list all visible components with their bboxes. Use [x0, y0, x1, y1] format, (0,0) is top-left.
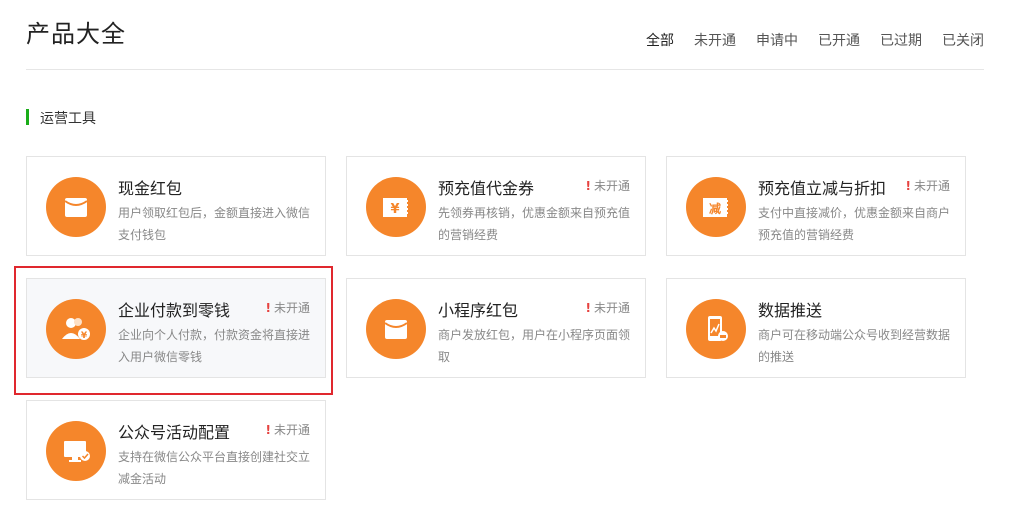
card-title: 现金红包	[118, 179, 183, 198]
filter-tab-closed[interactable]: 已关闭	[942, 30, 984, 50]
section-title: 运营工具	[40, 111, 96, 127]
product-card-prepaid-discount[interactable]: 减 预充值立减与折扣 ! 未开通 支付中直接减价，优惠金额来自商户预充值的营销经费	[666, 156, 966, 256]
section-marker	[26, 109, 29, 125]
product-card-campaign-config[interactable]: 公众号活动配置 ! 未开通 支持在微信公众平台直接创建社交立减金活动	[26, 400, 326, 500]
card-description: 用户领取红包后，金额直接进入微信支付钱包	[118, 206, 311, 242]
filter-tab-applying[interactable]: 申请中	[756, 30, 798, 50]
status-badge: ! 未开通	[585, 179, 631, 193]
mobile-data-icon	[686, 299, 746, 359]
card-title: 数据推送	[758, 301, 823, 320]
filter-tabs: 全部 未开通 申请中 已开通 已过期 已关闭	[626, 30, 984, 50]
product-card-cash-red-envelope[interactable]: 现金红包 用户领取红包后，金额直接进入微信支付钱包	[26, 156, 326, 256]
campaign-config-icon	[46, 421, 106, 481]
svg-text:减: 减	[709, 201, 721, 216]
product-card-prepaid-coupon[interactable]: ¥ 预充值代金券 ! 未开通 先领券再核销，优惠金额来自预充值的营销经费	[346, 156, 646, 256]
card-description: 支持在微信公众平台直接创建社交立减金活动	[118, 450, 311, 486]
header-divider	[26, 69, 984, 70]
mini-program-envelope-icon	[366, 299, 426, 359]
card-title: 小程序红包	[438, 301, 519, 320]
highlight-frame	[14, 266, 333, 395]
card-title: 预充值立减与折扣	[758, 179, 887, 198]
yuan-coupon-icon: ¥	[366, 177, 426, 237]
product-card-data-push[interactable]: 数据推送 商户可在移动端公众号收到经营数据的推送	[666, 278, 966, 378]
filter-tab-all[interactable]: 全部	[646, 30, 674, 50]
filter-tab-expired[interactable]: 已过期	[880, 30, 922, 50]
card-description: 先领券再核销，优惠金额来自预充值的营销经费	[438, 206, 631, 242]
discount-coupon-icon: 减	[686, 177, 746, 237]
red-envelope-icon	[46, 177, 106, 237]
page-title: 产品大全	[26, 20, 126, 48]
product-card-mini-program-envelope[interactable]: 小程序红包 ! 未开通 商户发放红包，用户在小程序页面领取	[346, 278, 646, 378]
status-badge: ! 未开通	[585, 301, 631, 315]
card-description: 商户发放红包，用户在小程序页面领取	[438, 328, 631, 364]
card-title: 预充值代金券	[438, 179, 535, 198]
card-description: 支付中直接减价，优惠金额来自商户预充值的营销经费	[758, 206, 951, 242]
card-title: 公众号活动配置	[118, 423, 231, 442]
filter-tab-not-activated[interactable]: 未开通	[694, 30, 736, 50]
card-description: 商户可在移动端公众号收到经营数据的推送	[758, 328, 951, 364]
svg-text:¥: ¥	[390, 202, 399, 217]
status-badge: ! 未开通	[905, 179, 951, 193]
status-badge: ! 未开通	[265, 423, 311, 437]
filter-tab-activated[interactable]: 已开通	[818, 30, 860, 50]
